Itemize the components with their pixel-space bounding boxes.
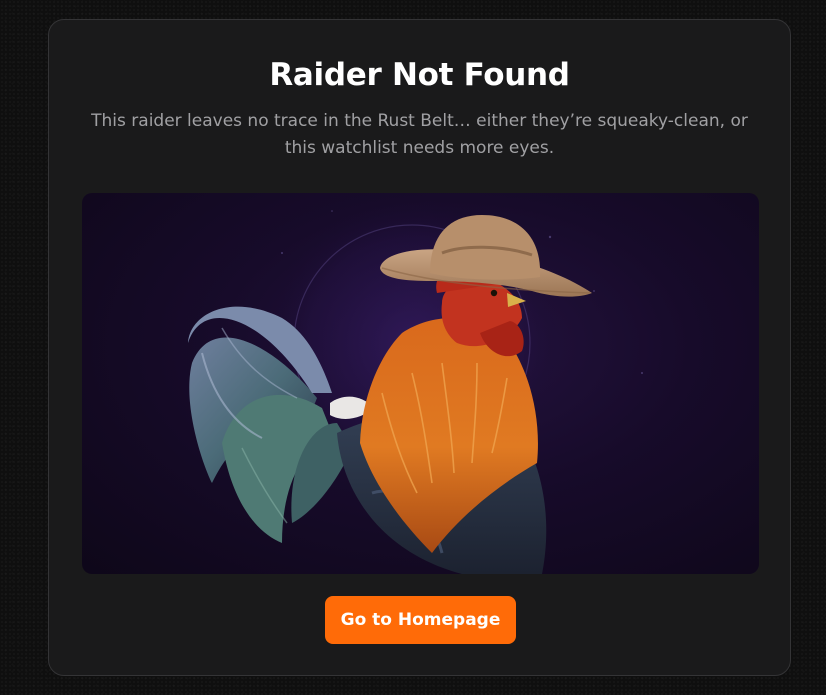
page-title: Raider Not Found xyxy=(269,57,570,93)
go-to-homepage-button[interactable]: Go to Homepage xyxy=(325,596,516,644)
page-description: This raider leaves no trace in the Rust … xyxy=(91,111,748,158)
hero-image xyxy=(82,193,759,574)
not-found-card: Raider Not Found This raider leaves no t… xyxy=(48,19,791,676)
rooster-illustration xyxy=(188,193,643,574)
